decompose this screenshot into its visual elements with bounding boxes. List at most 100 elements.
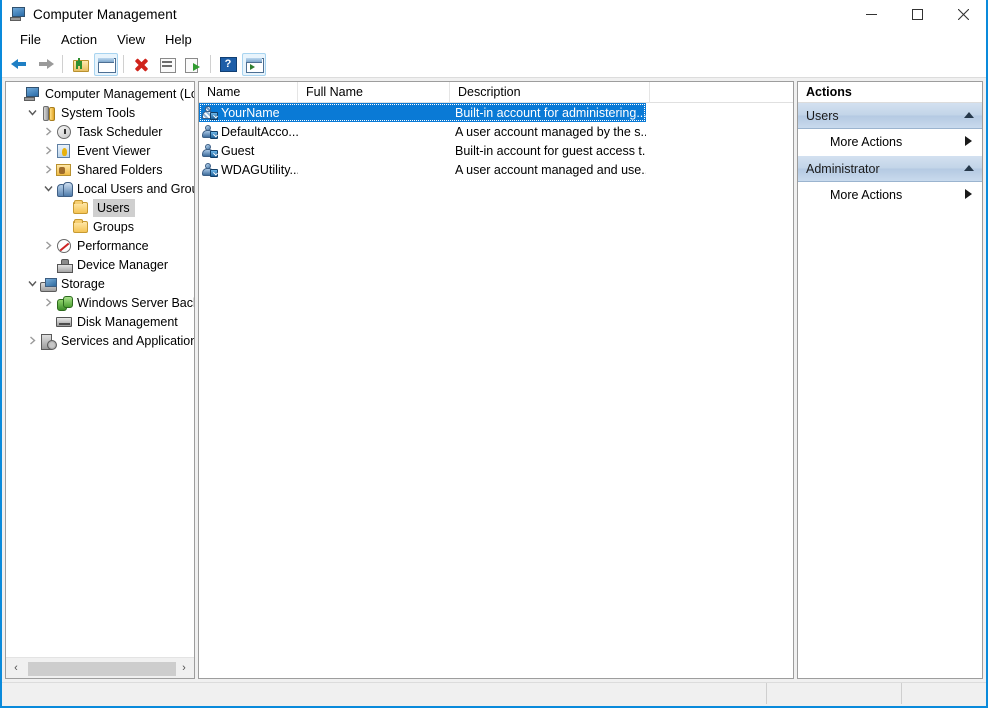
forward-arrow-icon xyxy=(37,57,54,71)
window-controls xyxy=(848,0,986,28)
table-row[interactable]: YourName Built-in account for administeri… xyxy=(199,103,646,122)
minimize-button[interactable] xyxy=(848,0,894,28)
scroll-thumb[interactable] xyxy=(28,661,176,676)
chevron-right-icon[interactable] xyxy=(40,238,56,254)
folder-icon xyxy=(72,218,89,235)
actions-group-header-users[interactable]: Users xyxy=(798,103,982,129)
console-tree-icon xyxy=(97,57,116,73)
chevron-down-icon[interactable] xyxy=(40,181,56,197)
computer-management-icon xyxy=(10,6,26,22)
scroll-track[interactable] xyxy=(26,659,176,678)
toolbar: ? xyxy=(2,51,986,78)
chevron-up-icon[interactable] xyxy=(964,111,974,121)
toolbar-separator xyxy=(62,55,63,73)
up-one-level-button[interactable] xyxy=(68,53,92,76)
close-button[interactable] xyxy=(940,0,986,28)
tree-item-local-users-and-groups[interactable]: Local Users and Groups xyxy=(6,179,194,198)
cell-name: DefaultAcco... xyxy=(199,124,298,140)
forward-button[interactable] xyxy=(33,53,57,76)
folder-icon xyxy=(72,199,89,216)
help-button[interactable]: ? xyxy=(216,53,240,76)
cell-name: Guest xyxy=(199,143,298,159)
table-row[interactable]: DefaultAcco... A user account managed by … xyxy=(199,122,793,141)
tree-item-label: Users xyxy=(93,198,135,217)
actions-pane-title: Actions xyxy=(798,82,982,103)
properties-button[interactable] xyxy=(155,53,179,76)
window-title: Computer Management xyxy=(33,6,177,22)
tree-item-label: Event Viewer xyxy=(77,143,151,158)
chevron-right-icon[interactable] xyxy=(40,295,56,311)
up-folder-icon xyxy=(72,57,89,72)
column-header-name[interactable]: Name xyxy=(199,82,298,103)
export-list-icon xyxy=(184,57,202,73)
console-tree[interactable]: Computer Management (Local System Tools Ta… xyxy=(6,82,194,657)
title-bar: Computer Management xyxy=(2,0,986,28)
tree-item-device-manager[interactable]: Device Manager xyxy=(6,255,194,274)
submenu-arrow-icon xyxy=(965,136,972,148)
status-cell-secondary xyxy=(767,683,902,704)
tree-item-computer-management-local[interactable]: Computer Management (Local xyxy=(6,84,194,103)
column-header-full-name[interactable]: Full Name xyxy=(298,82,450,103)
menu-help[interactable]: Help xyxy=(155,30,202,49)
user-account-icon xyxy=(202,143,218,159)
chevron-down-icon[interactable] xyxy=(24,105,40,121)
delete-button[interactable] xyxy=(129,53,153,76)
services-icon xyxy=(40,333,57,350)
tree-item-event-viewer[interactable]: Event Viewer xyxy=(6,141,194,160)
export-list-button[interactable] xyxy=(181,53,205,76)
toolbar-separator-2 xyxy=(123,55,124,73)
storage-icon xyxy=(40,276,57,292)
chevron-up-icon[interactable] xyxy=(964,164,974,174)
status-bar xyxy=(2,682,986,704)
tree-item-label: System Tools xyxy=(61,105,136,120)
menu-action[interactable]: Action xyxy=(51,30,107,49)
column-header-description[interactable]: Description xyxy=(450,82,650,103)
show-action-pane-button[interactable] xyxy=(242,52,266,76)
chevron-right-icon[interactable] xyxy=(24,333,40,349)
tree-item-groups[interactable]: Groups xyxy=(6,217,194,236)
tree-item-task-scheduler[interactable]: Task Scheduler xyxy=(6,122,194,141)
cell-name: WDAGUtility... xyxy=(199,162,298,178)
tree-horizontal-scrollbar[interactable]: ‹ › xyxy=(6,657,194,678)
tree-item-users[interactable]: Users xyxy=(6,198,194,217)
back-button[interactable] xyxy=(7,53,31,76)
chevron-right-icon[interactable] xyxy=(40,162,56,178)
list-body[interactable]: YourName Built-in account for administeri… xyxy=(199,103,793,179)
table-row[interactable]: WDAGUtility... A user account managed and… xyxy=(199,160,793,179)
show-hide-tree-button[interactable] xyxy=(94,52,118,76)
tree-item-services-and-applications[interactable]: Services and Applications xyxy=(6,331,194,350)
tree-item-disk-management[interactable]: Disk Management xyxy=(6,312,194,331)
tree-item-label: Disk Management xyxy=(77,314,178,329)
tree-item-shared-folders[interactable]: Shared Folders xyxy=(6,160,194,179)
system-tools-icon xyxy=(40,105,57,121)
tree-item-label: Task Scheduler xyxy=(77,124,163,139)
chevron-right-icon[interactable] xyxy=(40,124,56,140)
status-cell-main xyxy=(2,683,767,704)
maximize-button[interactable] xyxy=(894,0,940,28)
scroll-right-arrow-icon[interactable]: › xyxy=(174,659,194,678)
actions-group-header-administrator[interactable]: Administrator xyxy=(798,156,982,182)
back-arrow-icon xyxy=(10,57,28,71)
table-row[interactable]: Guest Built-in account for guest access t… xyxy=(199,141,793,160)
actions-group-label: Users xyxy=(806,108,839,123)
tree-item-performance[interactable]: Performance xyxy=(6,236,194,255)
scroll-left-arrow-icon[interactable]: ‹ xyxy=(6,659,26,678)
tree-item-label: Groups xyxy=(93,219,134,234)
action-more-actions[interactable]: More Actions xyxy=(798,182,982,209)
event-viewer-icon xyxy=(56,143,73,159)
menu-view[interactable]: View xyxy=(107,30,155,49)
tree-item-label: Performance xyxy=(77,238,149,253)
action-more-actions[interactable]: More Actions xyxy=(798,129,982,156)
chevron-right-icon[interactable] xyxy=(40,143,56,159)
tree-item-windows-server-backup[interactable]: Windows Server Backup xyxy=(6,293,194,312)
task-scheduler-icon xyxy=(56,124,73,140)
console-tree-pane: Computer Management (Local System Tools Ta… xyxy=(5,81,195,679)
tree-item-storage[interactable]: Storage xyxy=(6,274,194,293)
delete-x-icon xyxy=(133,57,150,72)
chevron-down-icon[interactable] xyxy=(24,276,40,292)
tree-item-system-tools[interactable]: System Tools xyxy=(6,103,194,122)
menu-file[interactable]: File xyxy=(10,30,51,49)
